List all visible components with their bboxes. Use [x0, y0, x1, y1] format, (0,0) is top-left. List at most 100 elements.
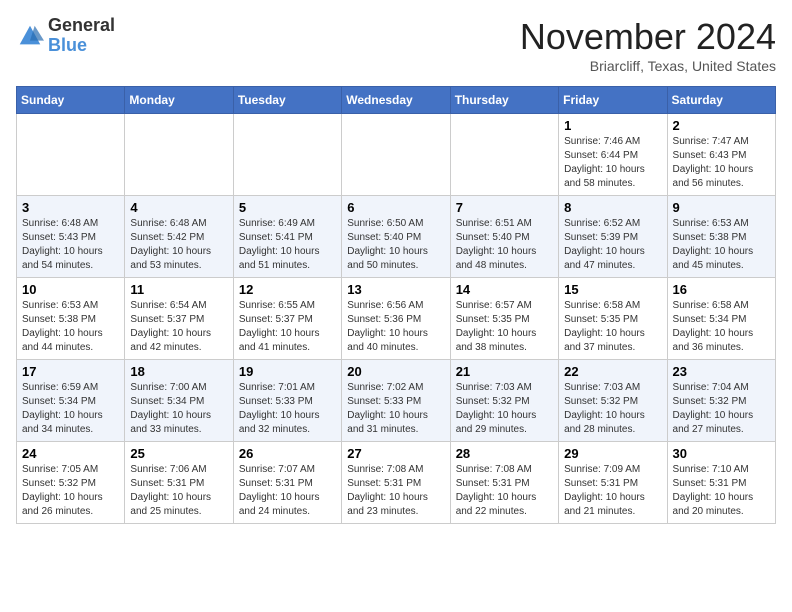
day-number: 12 [239, 282, 336, 297]
header: General Blue November 2024 Briarcliff, T… [16, 16, 776, 74]
location: Briarcliff, Texas, United States [520, 58, 776, 74]
day-number: 27 [347, 446, 444, 461]
calendar-cell [17, 114, 125, 196]
day-number: 22 [564, 364, 661, 379]
calendar-cell: 1 Sunrise: 7:46 AM Sunset: 6:44 PM Daylig… [559, 114, 667, 196]
day-info: Sunrise: 7:05 AM Sunset: 5:32 PM Dayligh… [22, 463, 119, 519]
day-number: 24 [22, 446, 119, 461]
logo-icon [16, 22, 44, 50]
day-info: Sunrise: 7:08 AM Sunset: 5:31 PM Dayligh… [456, 463, 553, 519]
calendar-cell [450, 114, 558, 196]
day-info: Sunrise: 7:09 AM Sunset: 5:31 PM Dayligh… [564, 463, 661, 519]
calendar-table: SundayMondayTuesdayWednesdayThursdayFrid… [16, 86, 776, 524]
day-info: Sunrise: 7:10 AM Sunset: 5:31 PM Dayligh… [673, 463, 770, 519]
weekday-header: Thursday [450, 87, 558, 114]
calendar-cell: 4 Sunrise: 6:48 AM Sunset: 5:42 PM Daylig… [125, 196, 233, 278]
day-info: Sunrise: 6:53 AM Sunset: 5:38 PM Dayligh… [22, 299, 119, 355]
calendar-cell: 10 Sunrise: 6:53 AM Sunset: 5:38 PM Dayli… [17, 278, 125, 360]
calendar-cell: 27 Sunrise: 7:08 AM Sunset: 5:31 PM Dayli… [342, 442, 450, 524]
month-title: November 2024 [520, 16, 776, 58]
calendar-cell: 2 Sunrise: 7:47 AM Sunset: 6:43 PM Daylig… [667, 114, 775, 196]
calendar-week-row: 1 Sunrise: 7:46 AM Sunset: 6:44 PM Daylig… [17, 114, 776, 196]
calendar-cell: 26 Sunrise: 7:07 AM Sunset: 5:31 PM Dayli… [233, 442, 341, 524]
calendar-cell: 25 Sunrise: 7:06 AM Sunset: 5:31 PM Dayli… [125, 442, 233, 524]
day-info: Sunrise: 6:53 AM Sunset: 5:38 PM Dayligh… [673, 217, 770, 273]
weekday-header: Sunday [17, 87, 125, 114]
day-number: 3 [22, 200, 119, 215]
day-number: 30 [673, 446, 770, 461]
calendar-header-row: SundayMondayTuesdayWednesdayThursdayFrid… [17, 87, 776, 114]
calendar-week-row: 10 Sunrise: 6:53 AM Sunset: 5:38 PM Dayli… [17, 278, 776, 360]
day-number: 21 [456, 364, 553, 379]
day-number: 13 [347, 282, 444, 297]
day-info: Sunrise: 6:58 AM Sunset: 5:34 PM Dayligh… [673, 299, 770, 355]
day-info: Sunrise: 6:57 AM Sunset: 5:35 PM Dayligh… [456, 299, 553, 355]
calendar-cell: 29 Sunrise: 7:09 AM Sunset: 5:31 PM Dayli… [559, 442, 667, 524]
day-number: 11 [130, 282, 227, 297]
calendar-cell: 12Sunrise: 6:55 AM Sunset: 5:37 PM Dayli… [233, 278, 341, 360]
day-info: Sunrise: 6:54 AM Sunset: 5:37 PM Dayligh… [130, 299, 227, 355]
day-number: 17 [22, 364, 119, 379]
calendar-cell: 13 Sunrise: 6:56 AM Sunset: 5:36 PM Dayli… [342, 278, 450, 360]
calendar-cell: 19Sunrise: 7:01 AM Sunset: 5:33 PM Dayli… [233, 360, 341, 442]
weekday-header: Tuesday [233, 87, 341, 114]
day-info: Sunrise: 7:08 AM Sunset: 5:31 PM Dayligh… [347, 463, 444, 519]
weekday-header: Friday [559, 87, 667, 114]
calendar-week-row: 17 Sunrise: 6:59 AM Sunset: 5:34 PM Dayli… [17, 360, 776, 442]
day-number: 8 [564, 200, 661, 215]
calendar-cell: 18 Sunrise: 7:00 AM Sunset: 5:34 PM Dayli… [125, 360, 233, 442]
calendar-cell: 17 Sunrise: 6:59 AM Sunset: 5:34 PM Dayli… [17, 360, 125, 442]
calendar-cell [125, 114, 233, 196]
day-info: Sunrise: 7:46 AM Sunset: 6:44 PM Dayligh… [564, 135, 661, 191]
day-number: 1 [564, 118, 661, 133]
calendar-cell: 28 Sunrise: 7:08 AM Sunset: 5:31 PM Dayli… [450, 442, 558, 524]
day-number: 26 [239, 446, 336, 461]
day-info: Sunrise: 7:07 AM Sunset: 5:31 PM Dayligh… [239, 463, 336, 519]
weekday-header: Monday [125, 87, 233, 114]
day-info: Sunrise: 6:56 AM Sunset: 5:36 PM Dayligh… [347, 299, 444, 355]
logo-text: General Blue [48, 16, 115, 56]
calendar-cell: 30 Sunrise: 7:10 AM Sunset: 5:31 PM Dayli… [667, 442, 775, 524]
calendar-cell: 15Sunrise: 6:58 AM Sunset: 5:35 PM Dayli… [559, 278, 667, 360]
day-number: 2 [673, 118, 770, 133]
calendar-cell: 16 Sunrise: 6:58 AM Sunset: 5:34 PM Dayli… [667, 278, 775, 360]
day-info: Sunrise: 6:59 AM Sunset: 5:34 PM Dayligh… [22, 381, 119, 437]
day-info: Sunrise: 7:04 AM Sunset: 5:32 PM Dayligh… [673, 381, 770, 437]
day-number: 25 [130, 446, 227, 461]
day-info: Sunrise: 7:01 AM Sunset: 5:33 PM Dayligh… [239, 381, 336, 437]
day-number: 20 [347, 364, 444, 379]
day-info: Sunrise: 7:06 AM Sunset: 5:31 PM Dayligh… [130, 463, 227, 519]
calendar-cell: 3Sunrise: 6:48 AM Sunset: 5:43 PM Daylig… [17, 196, 125, 278]
calendar-week-row: 3Sunrise: 6:48 AM Sunset: 5:43 PM Daylig… [17, 196, 776, 278]
day-info: Sunrise: 6:50 AM Sunset: 5:40 PM Dayligh… [347, 217, 444, 273]
calendar-cell: 22 Sunrise: 7:03 AM Sunset: 5:32 PM Dayli… [559, 360, 667, 442]
calendar-cell [233, 114, 341, 196]
day-number: 18 [130, 364, 227, 379]
title-area: November 2024 Briarcliff, Texas, United … [520, 16, 776, 74]
calendar-cell: 20Sunrise: 7:02 AM Sunset: 5:33 PM Dayli… [342, 360, 450, 442]
day-info: Sunrise: 7:00 AM Sunset: 5:34 PM Dayligh… [130, 381, 227, 437]
calendar-cell [342, 114, 450, 196]
calendar-cell: 21 Sunrise: 7:03 AM Sunset: 5:32 PM Dayli… [450, 360, 558, 442]
day-number: 10 [22, 282, 119, 297]
calendar-cell: 9 Sunrise: 6:53 AM Sunset: 5:38 PM Daylig… [667, 196, 775, 278]
day-info: Sunrise: 7:03 AM Sunset: 5:32 PM Dayligh… [564, 381, 661, 437]
day-number: 23 [673, 364, 770, 379]
day-info: Sunrise: 7:47 AM Sunset: 6:43 PM Dayligh… [673, 135, 770, 191]
day-number: 9 [673, 200, 770, 215]
day-info: Sunrise: 6:48 AM Sunset: 5:42 PM Dayligh… [130, 217, 227, 273]
day-info: Sunrise: 6:58 AM Sunset: 5:35 PM Dayligh… [564, 299, 661, 355]
day-number: 28 [456, 446, 553, 461]
day-number: 4 [130, 200, 227, 215]
calendar-cell: 5Sunrise: 6:49 AM Sunset: 5:41 PM Daylig… [233, 196, 341, 278]
calendar-cell: 24 Sunrise: 7:05 AM Sunset: 5:32 PM Dayli… [17, 442, 125, 524]
day-number: 14 [456, 282, 553, 297]
day-number: 5 [239, 200, 336, 215]
day-info: Sunrise: 7:03 AM Sunset: 5:32 PM Dayligh… [456, 381, 553, 437]
day-info: Sunrise: 6:51 AM Sunset: 5:40 PM Dayligh… [456, 217, 553, 273]
calendar-cell: 23 Sunrise: 7:04 AM Sunset: 5:32 PM Dayli… [667, 360, 775, 442]
weekday-header: Saturday [667, 87, 775, 114]
day-number: 16 [673, 282, 770, 297]
day-number: 29 [564, 446, 661, 461]
calendar-week-row: 24 Sunrise: 7:05 AM Sunset: 5:32 PM Dayli… [17, 442, 776, 524]
